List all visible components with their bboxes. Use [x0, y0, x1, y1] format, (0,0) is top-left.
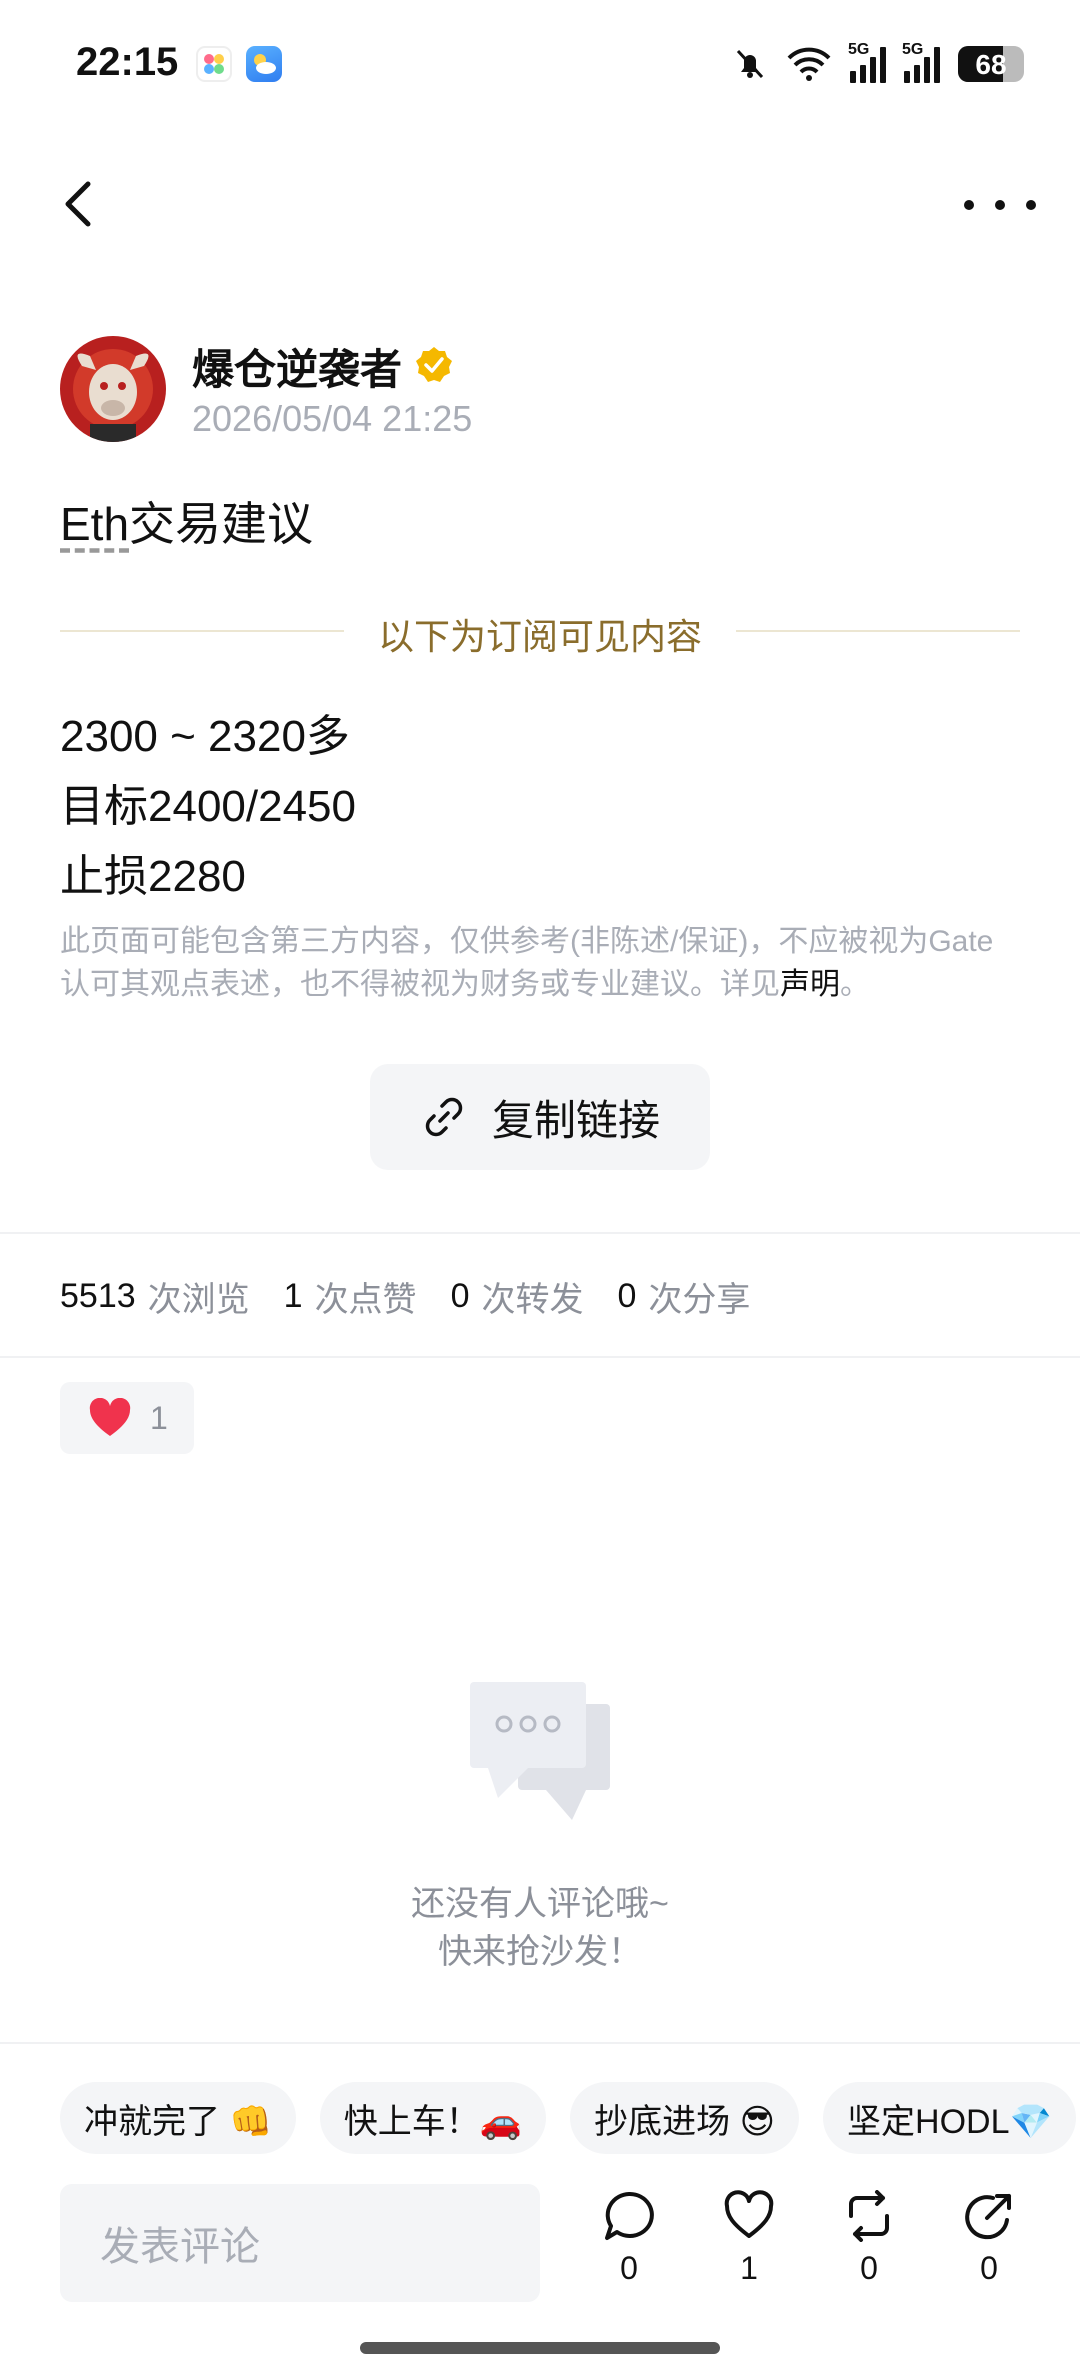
section-divider	[0, 1356, 1080, 1358]
more-dot-icon	[995, 200, 1005, 210]
divider-line-right	[736, 630, 1020, 632]
disclaimer: 此页面可能包含第三方内容，仅供参考(非陈述/保证)，不应被视为Gate认可其观点…	[60, 920, 1020, 1006]
disclaimer-end: 。	[840, 968, 870, 1001]
post-title: Eth交易建议	[60, 488, 313, 554]
signal-1-label: 5G	[848, 41, 870, 58]
content-line-stoploss: 止损2280	[60, 852, 246, 901]
verified-badge-icon	[416, 347, 452, 382]
battery-icon: 68	[958, 46, 1024, 82]
repost-count: 0	[860, 2250, 878, 2286]
subscriber-divider-label: 以下为订阅可见内容	[377, 616, 702, 657]
quick-reply-bar: 冲就完了 👊 快上车！🚗 抄底进场 😎 坚定HODL💎	[60, 2082, 1076, 2154]
section-divider	[0, 1232, 1080, 1234]
likes-unit: 次点赞	[314, 1281, 417, 1319]
shares-unit: 次分享	[648, 1281, 751, 1319]
like-action-button[interactable]: 1	[714, 2190, 784, 2287]
comment-bubble-icon	[605, 2191, 654, 2240]
more-dot-icon	[1026, 200, 1036, 210]
heart-outline-icon	[724, 2190, 774, 2238]
quick-reply-chip[interactable]: 抄底进场 😎	[570, 2082, 800, 2154]
comment-action-button[interactable]: 0	[594, 2190, 664, 2287]
shares-count: 0	[617, 1277, 637, 1315]
chevron-left-icon	[65, 181, 91, 227]
wifi-icon	[787, 47, 831, 81]
views-count: 5513	[60, 1277, 136, 1315]
status-time: 22:15	[76, 40, 179, 84]
signal-2-label: 5G	[902, 41, 924, 58]
reposts-count: 0	[450, 1277, 470, 1315]
disclaimer-statement-link[interactable]: 声明	[780, 968, 840, 1001]
reaction-count: 1	[150, 1399, 168, 1436]
empty-comments-line2: 快来抢沙发！	[438, 1933, 642, 1971]
repost-action-button[interactable]: 0	[834, 2190, 904, 2287]
comment-input[interactable]: 发表评论	[60, 2184, 540, 2302]
heart-reaction-chip[interactable]: 1	[60, 1382, 194, 1454]
battery-level: 68	[975, 49, 1007, 80]
more-options-button[interactable]	[964, 180, 1036, 230]
likes-count: 1	[283, 1277, 303, 1315]
like-count: 1	[740, 2250, 758, 2286]
share-action-button[interactable]: 0	[954, 2190, 1024, 2287]
quick-reply-chip[interactable]: 快上车！🚗	[319, 2082, 547, 2154]
home-indicator[interactable]	[360, 2342, 720, 2354]
share-icon	[965, 2194, 1011, 2240]
share-count: 0	[980, 2250, 998, 2286]
cell-signal-2-icon: 5G	[902, 41, 940, 83]
views-unit: 次浏览	[147, 1281, 250, 1319]
author-name[interactable]: 爆仓逆袭者	[192, 336, 402, 397]
status-bar: 22:15 5G 5G 68	[0, 0, 1080, 130]
author-avatar[interactable]	[60, 336, 166, 442]
photos-app-icon	[196, 46, 232, 82]
repost-icon	[849, 2190, 889, 2242]
post-datetime: 2026/05/04 21:25	[192, 398, 473, 439]
section-divider	[0, 2042, 1080, 2044]
empty-comments-icon	[470, 1682, 610, 1820]
content-line-entry: 2300 ~ 2320多	[60, 712, 350, 761]
back-button[interactable]	[56, 172, 104, 236]
quick-reply-chip[interactable]: 冲就完了 👊	[60, 2082, 296, 2154]
title-text: 交易建议	[129, 498, 314, 550]
reposts-unit: 次转发	[481, 1281, 584, 1319]
link-icon	[425, 1097, 463, 1137]
quick-reply-chip[interactable]: 坚定HODL💎	[823, 2082, 1076, 2154]
cell-signal-1-icon: 5G	[848, 41, 886, 83]
mute-bell-icon	[736, 49, 764, 79]
content-line-target: 目标2400/2450	[60, 782, 356, 831]
copy-link-button[interactable]: 复制链接	[370, 1064, 710, 1170]
heart-icon	[89, 1398, 131, 1436]
more-dot-icon	[964, 200, 974, 210]
empty-comments-line1: 还没有人评论哦~	[411, 1885, 669, 1923]
comment-count: 0	[620, 2250, 638, 2286]
weather-app-icon	[246, 46, 282, 82]
title-token-link[interactable]: Eth	[60, 498, 129, 550]
copy-link-label: 复制链接	[491, 1096, 660, 1144]
post-stats: 5513 次浏览 1 次点赞 0 次转发 0 次分享	[60, 1272, 772, 1321]
